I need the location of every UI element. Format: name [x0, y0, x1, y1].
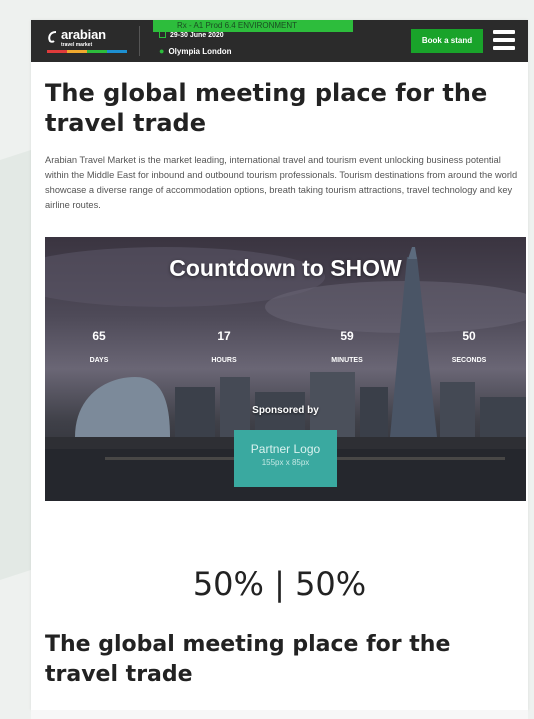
event-venue: ● Olympia London	[159, 46, 232, 56]
countdown-minutes-value: 59	[340, 329, 354, 343]
site-header: arabian travel market Rx - A1 Prod 6.4 E…	[31, 20, 528, 62]
countdown-days-value: 65	[92, 329, 106, 343]
calendar-icon	[159, 31, 166, 38]
logo-mark-icon	[48, 31, 57, 43]
partner-logo-size: 155px x 85px	[261, 458, 310, 467]
countdown-hero: Countdown to SHOW 65 DAYS 17 HOURS 59 MI…	[45, 237, 526, 501]
partner-logo-text: Partner Logo	[250, 442, 321, 456]
header-divider	[139, 26, 140, 56]
event-date: 29-30 June 2020	[159, 31, 224, 39]
logo-color-bar	[47, 50, 127, 53]
countdown-minutes-label: MINUTES	[331, 357, 363, 364]
split-heading: 50% | 50%	[192, 565, 367, 603]
book-stand-button[interactable]: Book a stand	[411, 29, 483, 53]
countdown-days-label: DAYS	[89, 357, 109, 364]
countdown-hours-label: HOURS	[211, 357, 237, 364]
sponsored-by-label: Sponsored by	[252, 405, 319, 416]
partner-logo[interactable]: Partner Logo 155px x 85px	[234, 430, 337, 487]
countdown-seconds-label: SECONDS	[451, 357, 487, 364]
intro-paragraph: Arabian Travel Market is the market lead…	[45, 155, 518, 210]
location-pin-icon: ●	[159, 46, 165, 56]
site-logo[interactable]: arabian travel market	[45, 26, 129, 56]
event-venue-text: Olympia London	[168, 47, 232, 56]
countdown-title: Countdown to SHOW	[169, 255, 402, 281]
countdown-seconds-value: 50	[462, 329, 476, 343]
event-date-text: 29-30 June 2020	[170, 32, 224, 39]
page-bottom-edge	[31, 710, 528, 719]
page-title: The global meeting place for the travel …	[45, 79, 488, 137]
page-card: arabian travel market Rx - A1 Prod 6.4 E…	[31, 20, 528, 710]
second-title: The global meeting place for the travel …	[45, 632, 451, 687]
logo-subtext: travel market	[61, 42, 93, 48]
logo-text: arabian	[61, 27, 106, 42]
countdown-hours-value: 17	[217, 329, 231, 343]
hamburger-menu-icon[interactable]	[493, 30, 515, 50]
